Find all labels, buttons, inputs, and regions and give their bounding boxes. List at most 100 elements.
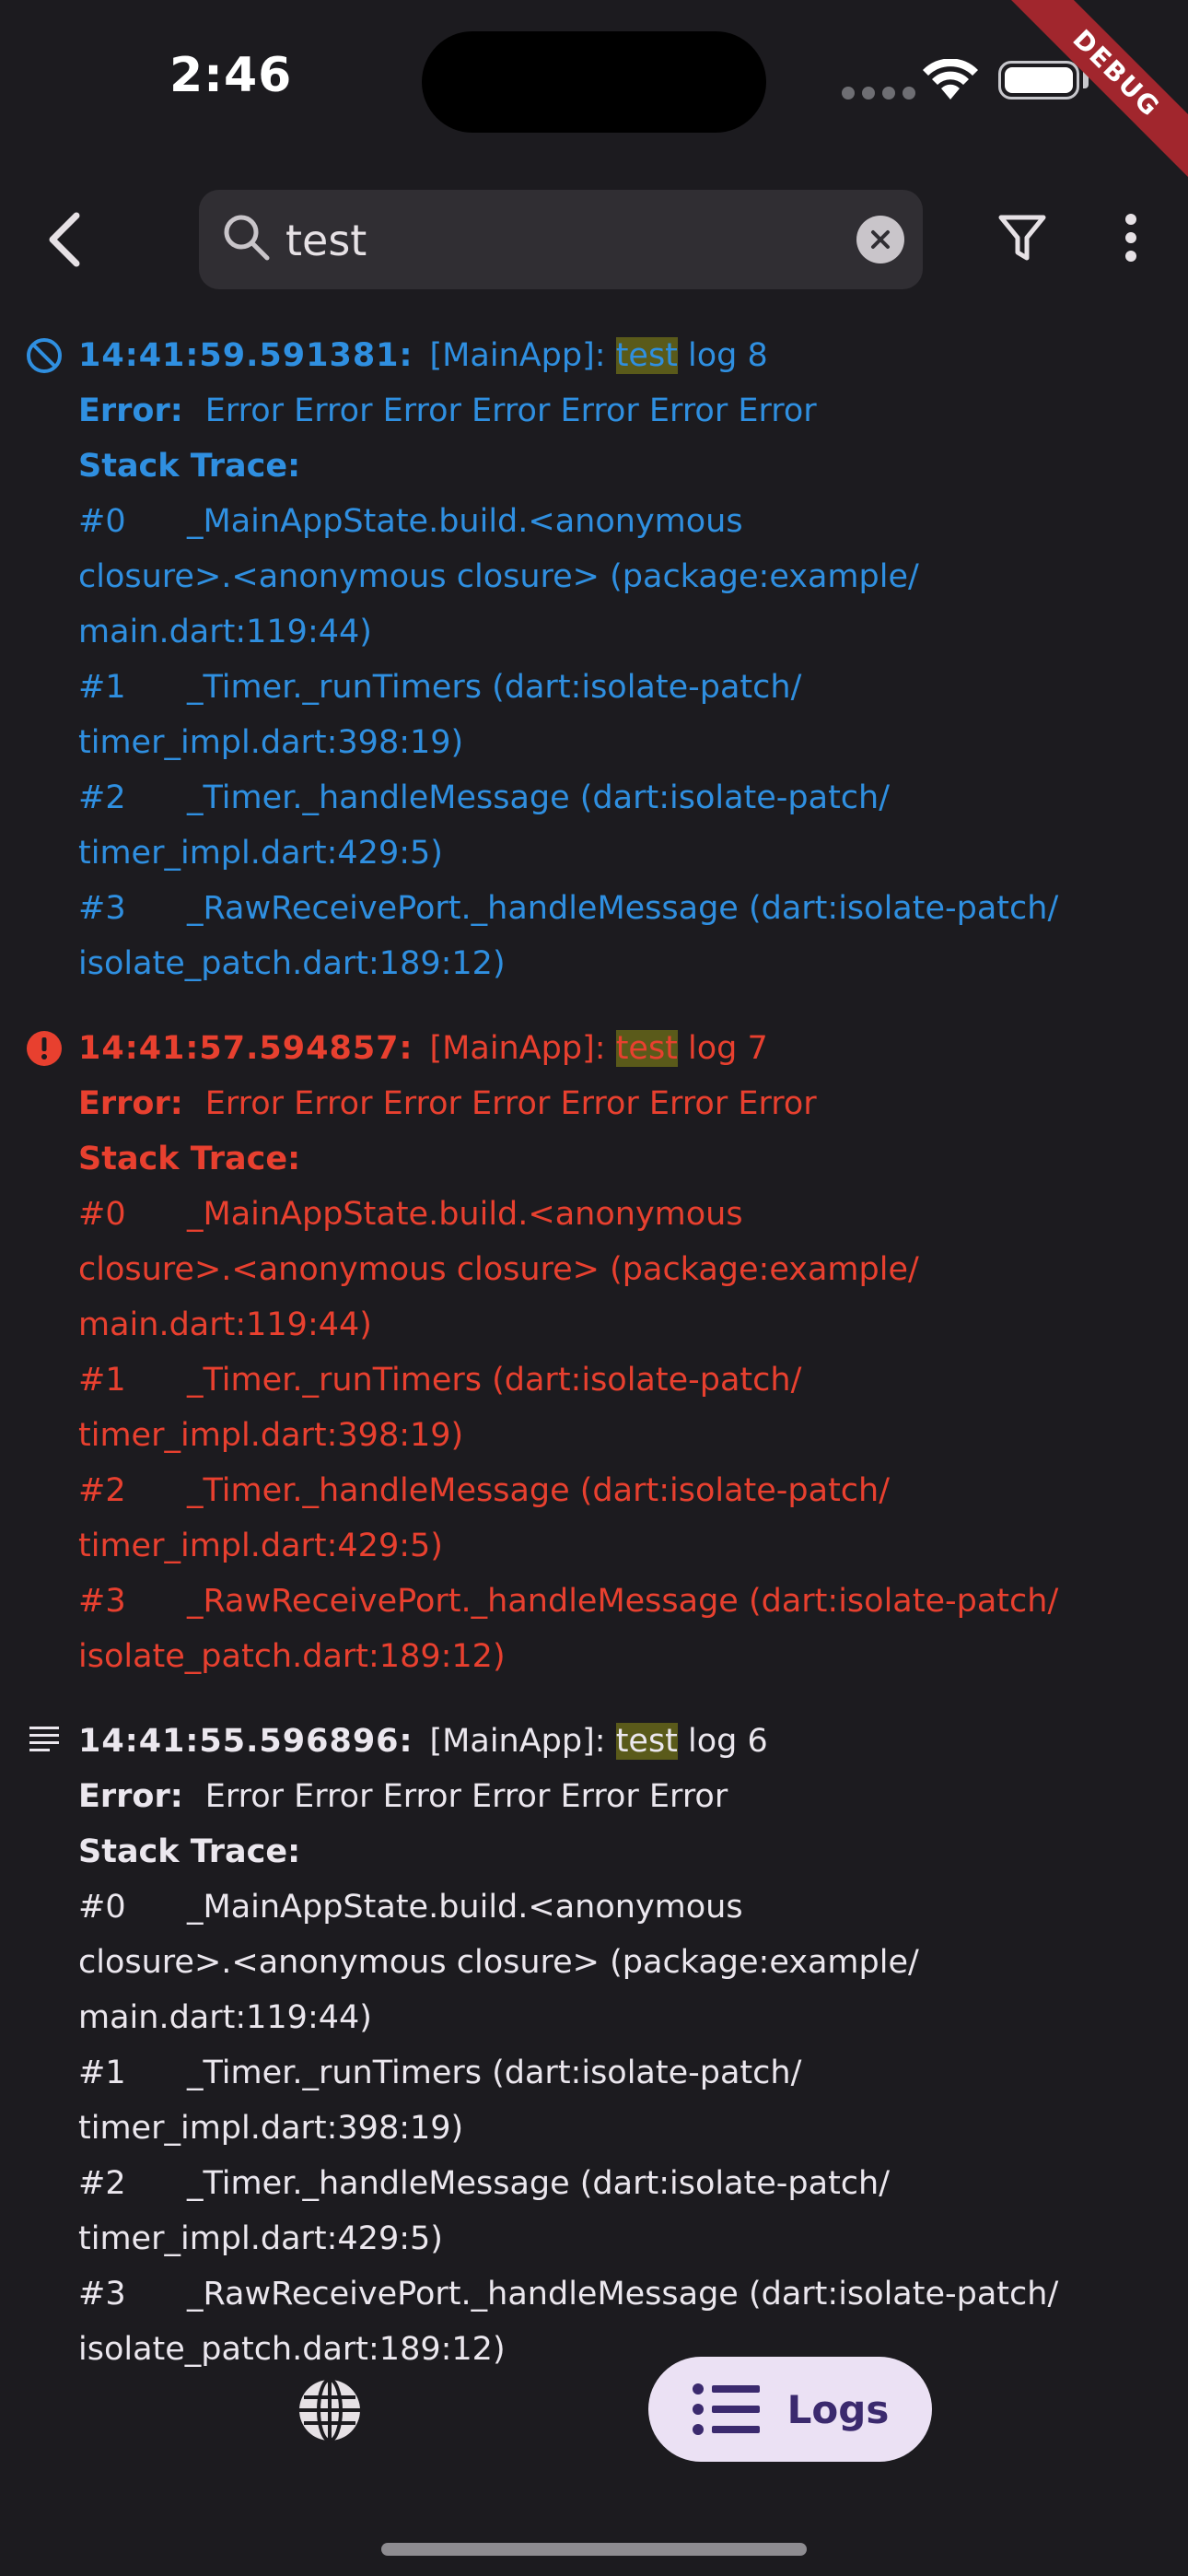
stack-frame: #0 _MainAppState.build.<anonymous: [78, 1879, 1160, 1935]
log-timestamp: 14:41:59.591381:: [78, 337, 413, 374]
frame-line: timer_impl.dart:429:5): [78, 1528, 443, 1564]
log-message: log 7: [677, 1030, 768, 1067]
frame-line: main.dart:119:44): [78, 1306, 372, 1343]
error-label: Error:: [78, 1778, 183, 1815]
stack-frame: #3 _RawReceivePort._handleMessage (dart:i…: [78, 1574, 1160, 1629]
frame-index: #0: [78, 1196, 126, 1233]
stack-trace-label: Stack Trace:: [78, 448, 301, 485]
frame-line: _Timer._runTimers (dart:isolate-patch/: [187, 669, 802, 706]
stack-trace-label: Stack Trace:: [78, 1833, 301, 1870]
search-match-highlight: test: [615, 337, 678, 374]
frame-index: #1: [78, 2055, 126, 2091]
frame-line: _MainAppState.build.<anonymous: [187, 1196, 743, 1233]
stack-frame: #0 _MainAppState.build.<anonymous: [78, 494, 1160, 549]
more-vert-icon: [1125, 214, 1136, 262]
lines-icon: [29, 1727, 59, 1751]
frame-line: timer_impl.dart:398:19): [78, 1417, 464, 1454]
log-prefix: [MainApp]:: [429, 1723, 616, 1760]
back-button[interactable]: [33, 205, 94, 275]
frame-line: _MainAppState.build.<anonymous: [187, 1889, 743, 1926]
frame-line: _RawReceivePort._handleMessage (dart:iso…: [187, 1583, 1059, 1620]
log-entry[interactable]: 14:41:55.596896: [MainApp]: test log 6 Er…: [0, 1714, 1188, 2377]
error-icon: [27, 1031, 62, 1066]
frame-line: _Timer._handleMessage (dart:isolate-patc…: [187, 779, 891, 816]
log-header: 14:41:57.594857: [MainApp]: test log 7: [78, 1021, 1160, 1076]
search-match-highlight: test: [615, 1030, 678, 1067]
log-entry[interactable]: 14:41:57.594857: [MainApp]: test log 7 Er…: [0, 1021, 1188, 1684]
stack-frame: #0 _MainAppState.build.<anonymous: [78, 1187, 1160, 1242]
stack-frame: #2 _Timer._handleMessage (dart:isolate-pa…: [78, 1463, 1160, 1518]
error-row: Error: Error Error Error Error Error Erro…: [78, 1769, 1160, 1824]
filter-icon: [998, 215, 1046, 261]
frame-line: closure>.<anonymous closure> (package:ex…: [78, 558, 919, 595]
stack-frame: #1 _Timer._runTimers (dart:isolate-patch/: [78, 1352, 1160, 1408]
stack-trace-label: Stack Trace:: [78, 1141, 301, 1177]
nav-network-button[interactable]: [293, 2373, 367, 2447]
error-row: Error: Error Error Error Error Error Erro…: [78, 383, 1160, 439]
frame-line: closure>.<anonymous closure> (package:ex…: [78, 1251, 919, 1288]
error-row: Error: Error Error Error Error Error Erro…: [78, 1076, 1160, 1131]
error-label: Error:: [78, 1085, 183, 1122]
stack-frame: #3 _RawReceivePort._handleMessage (dart:i…: [78, 881, 1160, 936]
debug-banner: DEBUG: [985, 0, 1188, 203]
chevron-left-icon: [49, 212, 80, 267]
frame-line: _Timer._runTimers (dart:isolate-patch/: [187, 1362, 802, 1399]
error-text: Error Error Error Error Error Error Erro…: [204, 1085, 817, 1122]
wifi-icon: [923, 59, 978, 100]
log-prefix: [MainApp]:: [429, 337, 616, 374]
more-options-button[interactable]: [1112, 205, 1149, 271]
stack-frame: #1 _Timer._runTimers (dart:isolate-patch/: [78, 660, 1160, 715]
frame-line: isolate_patch.dart:189:12): [78, 2331, 506, 2368]
stack-frame: #2 _Timer._handleMessage (dart:isolate-pa…: [78, 2156, 1160, 2211]
log-message: log 8: [677, 337, 768, 374]
frame-line: timer_impl.dart:398:19): [78, 2110, 464, 2147]
stack-frame: #2 _Timer._handleMessage (dart:isolate-pa…: [78, 770, 1160, 825]
frame-index: #0: [78, 503, 126, 540]
nav-logs-button[interactable]: Logs: [648, 2357, 932, 2462]
block-icon: [27, 338, 62, 373]
error-text: Error Error Error Error Error Error: [204, 1778, 728, 1815]
nav-logs-label: Logs: [786, 2386, 890, 2432]
log-timestamp: 14:41:55.596896:: [78, 1723, 413, 1760]
clear-search-button[interactable]: [856, 216, 904, 263]
globe-icon: [299, 2378, 360, 2442]
frame-index: #1: [78, 669, 126, 706]
frame-line: _MainAppState.build.<anonymous: [187, 503, 743, 540]
log-list[interactable]: 14:41:59.591381: [MainApp]: test log 8 Er…: [0, 328, 1188, 2406]
frame-line: timer_impl.dart:429:5): [78, 835, 443, 872]
log-prefix: [MainApp]:: [429, 1030, 616, 1067]
frame-line: closure>.<anonymous closure> (package:ex…: [78, 1944, 919, 1981]
search-bar[interactable]: [199, 190, 923, 289]
stack-frame: #3 _RawReceivePort._handleMessage (dart:i…: [78, 2266, 1160, 2322]
frame-line: _RawReceivePort._handleMessage (dart:iso…: [187, 890, 1059, 927]
frame-index: #2: [78, 1472, 126, 1509]
frame-line: _RawReceivePort._handleMessage (dart:iso…: [187, 2276, 1059, 2313]
frame-line: timer_impl.dart:429:5): [78, 2220, 443, 2257]
frame-index: #0: [78, 1889, 126, 1926]
frame-index: #3: [78, 1583, 126, 1620]
frame-line: _Timer._runTimers (dart:isolate-patch/: [187, 2055, 802, 2091]
frame-line: timer_impl.dart:398:19): [78, 724, 464, 761]
frame-index: #1: [78, 1362, 126, 1399]
frame-line: _Timer._handleMessage (dart:isolate-patc…: [187, 2165, 891, 2202]
frame-line: main.dart:119:44): [78, 1999, 372, 2036]
frame-line: isolate_patch.dart:189:12): [78, 1638, 506, 1675]
log-timestamp: 14:41:57.594857:: [78, 1030, 413, 1067]
debug-label: DEBUG: [1002, 0, 1188, 188]
log-entry[interactable]: 14:41:59.591381: [MainApp]: test log 8 Er…: [0, 328, 1188, 991]
frame-index: #2: [78, 779, 126, 816]
frame-line: isolate_patch.dart:189:12): [78, 945, 506, 982]
error-text: Error Error Error Error Error Error Erro…: [204, 392, 817, 429]
search-input[interactable]: [284, 205, 840, 276]
filter-button[interactable]: [993, 205, 1052, 271]
list-icon: [692, 2383, 760, 2435]
home-indicator: [381, 2543, 807, 2556]
frame-index: #3: [78, 2276, 126, 2313]
log-message: log 6: [677, 1723, 768, 1760]
frame-line: _Timer._handleMessage (dart:isolate-patc…: [187, 1472, 891, 1509]
stack-frame: #1 _Timer._runTimers (dart:isolate-patch/: [78, 2045, 1160, 2101]
frame-line: main.dart:119:44): [78, 614, 372, 650]
frame-index: #2: [78, 2165, 126, 2202]
log-header: 14:41:55.596896: [MainApp]: test log 6: [78, 1714, 1160, 1769]
status-time: 2:46: [169, 48, 293, 103]
